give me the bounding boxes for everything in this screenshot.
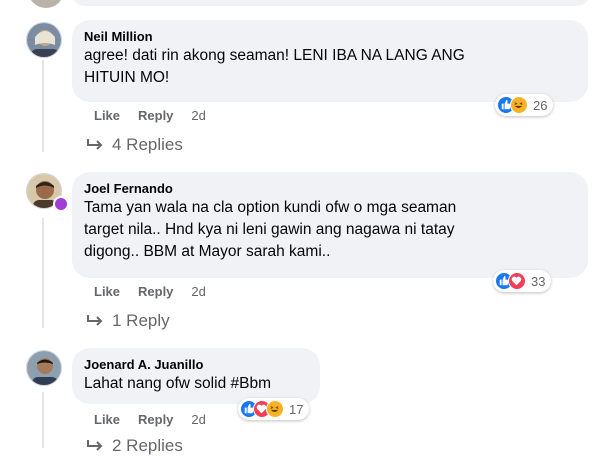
timestamp[interactable]: 2d [191,412,205,427]
thread-line [42,392,44,448]
comment-text: Tama yan wala na cla option kundi ofw o … [84,199,457,216]
timestamp[interactable]: 2d [191,108,205,123]
love-icon [508,272,526,290]
thread-line [42,218,44,328]
comment-actions: Like Reply 2d [94,284,206,299]
reaction-count: 17 [289,401,304,417]
comment-author[interactable]: Joel Fernando [84,180,576,197]
reply-button[interactable]: Reply [138,412,173,427]
like-button[interactable]: Like [94,108,120,123]
view-replies-link[interactable]: 1 Reply [86,311,170,331]
reply-arrow-icon [87,440,103,451]
replies-label: 1 Reply [112,311,170,330]
like-button[interactable]: Like [94,284,120,299]
comment-bubble: Joenard A. Juanillo Lahat nang ofw solid… [72,348,320,404]
comment-bubble: Joel Fernando Tama yan wala na cla optio… [72,172,588,278]
previous-avatar [28,0,64,8]
avatar[interactable] [26,350,62,386]
comment-bubble: Neil Million agree! dati rin akong seama… [72,20,588,102]
view-replies-link[interactable]: 2 Replies [86,436,183,456]
haha-icon [510,96,528,114]
comment-text: HITUIN MO! [84,69,170,86]
reaction-summary[interactable]: 33 [493,270,552,292]
comment-actions: Like Reply 2d [94,412,206,427]
reply-arrow-icon [87,315,103,326]
replies-label: 2 Replies [112,436,183,455]
timestamp[interactable]: 2d [191,284,205,299]
comment-author[interactable]: Neil Million [84,28,576,45]
comment-text: digong.. BBM at Mayor sarah kami.. [84,243,331,260]
like-button[interactable]: Like [94,412,120,427]
reply-button[interactable]: Reply [138,108,173,123]
reply-button[interactable]: Reply [138,284,173,299]
view-replies-link[interactable]: 4 Replies [86,135,183,155]
comment-text: agree! dati rin akong seaman! LENI IBA N… [84,47,465,64]
thread-line [42,60,44,152]
haha-icon [266,400,284,418]
comment-actions: Like Reply 2d [94,108,206,123]
online-badge-icon [53,196,69,212]
reaction-summary[interactable]: 26 [495,94,554,116]
comment-text: target nila.. Hnd kya ni leni gawin ang … [84,221,455,238]
comment-text: Lahat nang ofw solid #Bbm [84,375,271,392]
reply-arrow-icon [87,139,103,150]
previous-bubble [72,0,590,6]
reaction-summary[interactable]: 17 [238,398,310,420]
comment-author[interactable]: Joenard A. Juanillo [84,356,308,373]
avatar[interactable] [26,22,62,58]
reaction-count: 33 [531,273,546,289]
previous-content-strip [0,0,600,12]
reaction-count: 26 [533,97,548,113]
replies-label: 4 Replies [112,135,183,154]
